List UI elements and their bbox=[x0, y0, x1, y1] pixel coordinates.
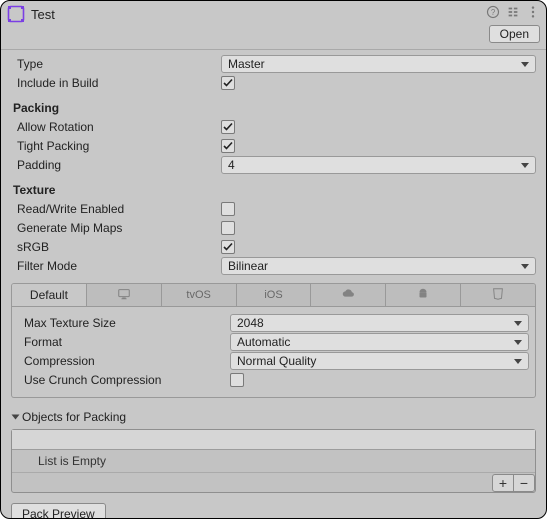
android-icon bbox=[416, 287, 430, 304]
filter-mode-label: Filter Mode bbox=[11, 259, 221, 273]
padding-dropdown[interactable]: 4 bbox=[221, 156, 536, 174]
objects-heading: Objects for Packing bbox=[22, 410, 126, 424]
read-write-checkbox[interactable] bbox=[221, 202, 235, 216]
crunch-label: Use Crunch Compression bbox=[18, 373, 230, 387]
include-in-build-label: Include in Build bbox=[11, 76, 221, 90]
allow-rotation-checkbox[interactable] bbox=[221, 120, 235, 134]
mip-maps-label: Generate Mip Maps bbox=[11, 221, 221, 235]
srgb-checkbox[interactable] bbox=[221, 240, 235, 254]
tab-lumin[interactable] bbox=[311, 284, 386, 306]
presets-icon[interactable] bbox=[506, 5, 520, 19]
texture-heading: Texture bbox=[11, 183, 221, 197]
tab-ios[interactable]: iOS bbox=[237, 284, 312, 306]
max-texture-size-dropdown[interactable]: 2048 bbox=[230, 314, 529, 332]
inspector-panel: Test ? Open Type Master Include in Build… bbox=[0, 0, 547, 519]
help-icon[interactable]: ? bbox=[486, 5, 500, 19]
list-header bbox=[12, 430, 535, 450]
html5-icon bbox=[491, 287, 505, 304]
mip-maps-checkbox[interactable] bbox=[221, 221, 235, 235]
header: Test ? bbox=[1, 1, 546, 25]
sprite-atlas-icon bbox=[7, 5, 25, 23]
read-write-label: Read/Write Enabled bbox=[11, 202, 221, 216]
svg-text:?: ? bbox=[491, 8, 496, 17]
tab-tvos[interactable]: tvOS bbox=[162, 284, 237, 306]
format-dropdown[interactable]: Automatic bbox=[230, 333, 529, 351]
tab-android[interactable] bbox=[386, 284, 461, 306]
open-button[interactable]: Open bbox=[489, 25, 540, 43]
filter-mode-dropdown[interactable]: Bilinear bbox=[221, 257, 536, 275]
pack-preview-button[interactable]: Pack Preview bbox=[11, 503, 106, 519]
chevron-down-icon bbox=[12, 415, 20, 420]
list-remove-button[interactable]: − bbox=[513, 474, 535, 492]
tight-packing-checkbox[interactable] bbox=[221, 139, 235, 153]
asset-title: Test bbox=[31, 5, 486, 22]
tight-packing-label: Tight Packing bbox=[11, 139, 221, 153]
format-label: Format bbox=[18, 335, 230, 349]
compression-dropdown[interactable]: Normal Quality bbox=[230, 352, 529, 370]
tab-webgl[interactable] bbox=[461, 284, 535, 306]
srgb-label: sRGB bbox=[11, 240, 221, 254]
include-in-build-checkbox[interactable] bbox=[221, 76, 235, 90]
padding-label: Padding bbox=[11, 158, 221, 172]
compression-label: Compression bbox=[18, 354, 230, 368]
platform-tabs: Default tvOS iOS bbox=[11, 283, 536, 307]
crunch-checkbox[interactable] bbox=[230, 373, 244, 387]
cloud-icon bbox=[341, 287, 355, 304]
objects-foldout[interactable]: Objects for Packing bbox=[11, 408, 536, 426]
objects-list: List is Empty + − bbox=[11, 429, 536, 493]
monitor-icon bbox=[117, 287, 131, 304]
list-empty-text: List is Empty bbox=[12, 450, 535, 472]
tab-standalone[interactable] bbox=[87, 284, 162, 306]
packing-heading: Packing bbox=[11, 101, 221, 115]
menu-icon[interactable] bbox=[526, 5, 540, 19]
max-texture-size-label: Max Texture Size bbox=[18, 316, 230, 330]
allow-rotation-label: Allow Rotation bbox=[11, 120, 221, 134]
type-label: Type bbox=[11, 57, 221, 71]
list-add-button[interactable]: + bbox=[492, 474, 514, 492]
tab-default[interactable]: Default bbox=[12, 284, 87, 306]
type-dropdown[interactable]: Master bbox=[221, 55, 536, 73]
platform-pane: Max Texture Size 2048 Format Automatic C… bbox=[11, 307, 536, 398]
